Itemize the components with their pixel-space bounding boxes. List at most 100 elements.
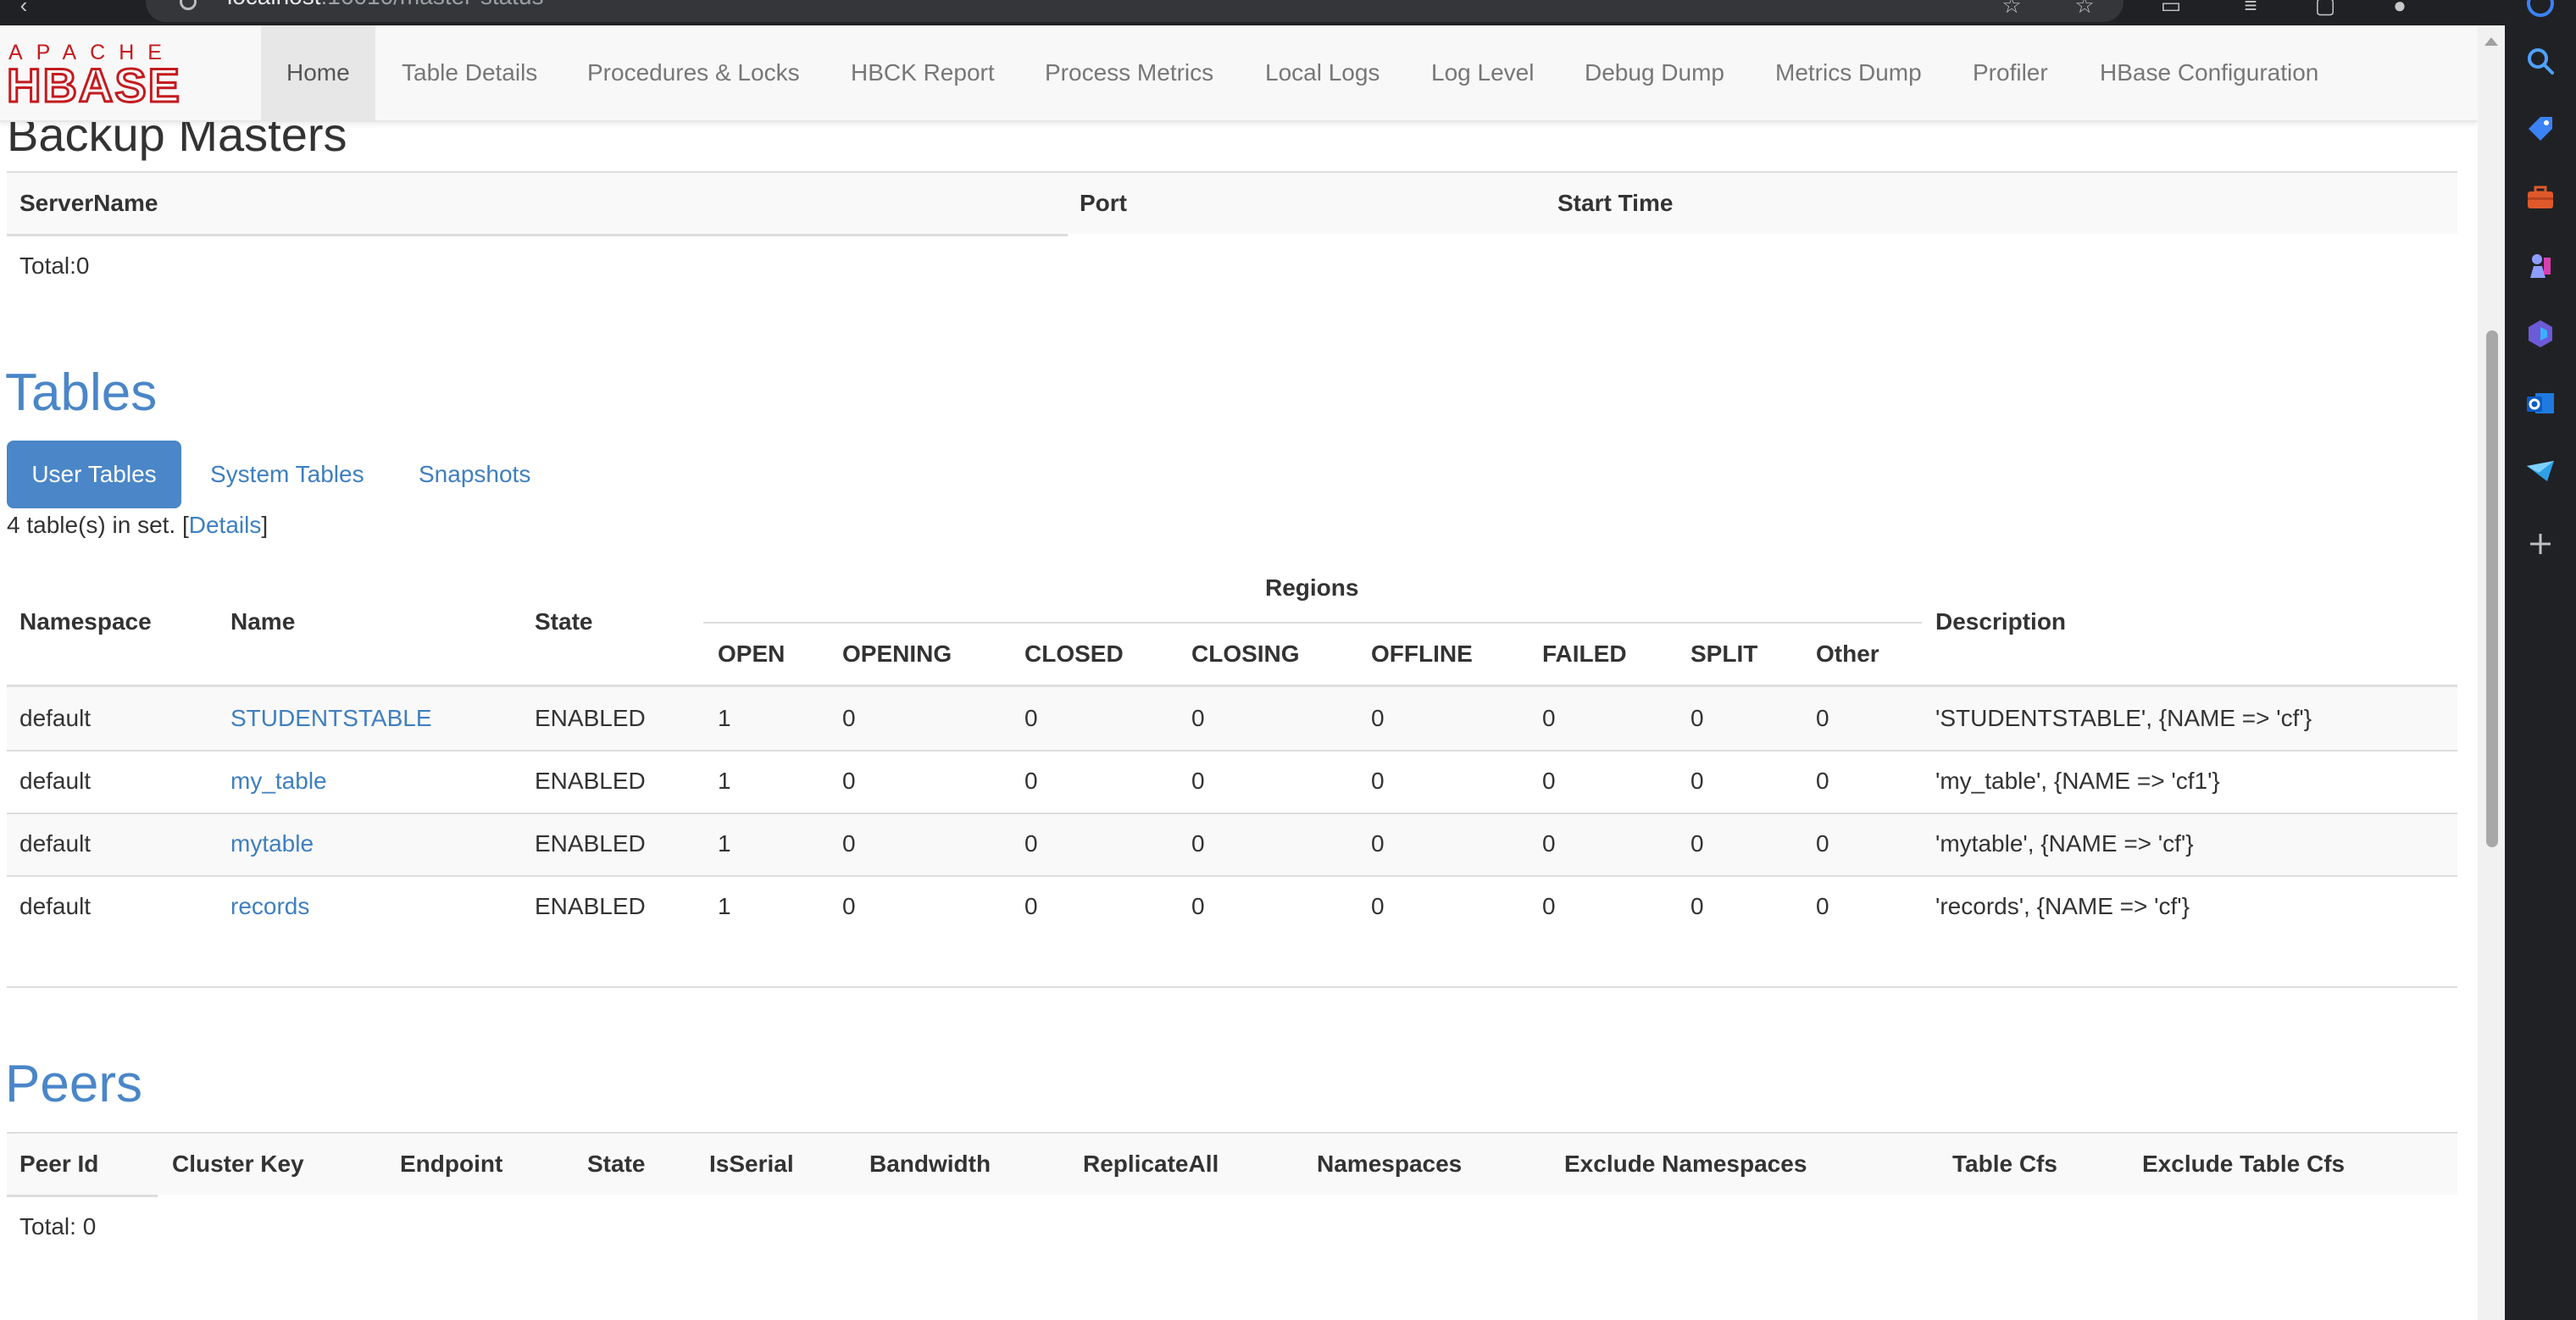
col-table-cfs: Table Cfs xyxy=(1952,1151,2057,1177)
nav-debug-dump[interactable]: Debug Dump xyxy=(1585,25,1724,120)
cell-offline: 0 xyxy=(1371,705,1385,731)
table-link-mytable[interactable]: mytable xyxy=(230,830,314,857)
browser-toolbar: ‹ localhost:16010/master-status ☆ ☆ ▭ ≡ … xyxy=(0,0,2505,25)
cell-state: ENABLED xyxy=(535,830,646,857)
cell-namespace: default xyxy=(19,705,92,731)
cell-description: 'records', {NAME => 'cf'} xyxy=(1935,893,2190,919)
favorite-icon[interactable]: ☆ xyxy=(2000,0,2024,17)
address-bar[interactable]: localhost:16010/master-status xyxy=(146,0,2124,22)
cell-split: 0 xyxy=(1690,830,1704,857)
cell-open: 1 xyxy=(718,830,731,857)
col-start-time: Start Time xyxy=(1557,190,1674,216)
cell-other: 0 xyxy=(1816,830,1829,857)
col-cluster-key: Cluster Key xyxy=(172,1151,304,1177)
peers-header-row xyxy=(7,1134,2457,1195)
divider xyxy=(7,750,2457,752)
cell-failed: 0 xyxy=(1542,893,1556,919)
table-link-my-table[interactable]: my_table xyxy=(230,768,327,795)
cell-opening: 0 xyxy=(842,830,856,857)
cell-offline: 0 xyxy=(1371,830,1385,857)
nav-process-metrics[interactable]: Process Metrics xyxy=(1045,25,1213,120)
copilot-top-icon[interactable] xyxy=(2523,0,2557,29)
peers-heading: Peers xyxy=(5,1055,142,1113)
tab-user-tables[interactable]: User Tables xyxy=(7,441,181,508)
col-closed: CLOSED xyxy=(1024,641,1124,667)
col-peer-state: State xyxy=(587,1151,646,1177)
col-name: Name xyxy=(230,608,296,635)
cell-offline: 0 xyxy=(1371,893,1385,919)
cell-closing: 0 xyxy=(1191,830,1205,857)
col-namespace: Namespace xyxy=(19,608,152,635)
nav-log-level[interactable]: Log Level xyxy=(1431,25,1534,120)
chess-icon[interactable] xyxy=(2523,249,2557,283)
copilot-icon[interactable] xyxy=(2523,317,2557,351)
nav-home[interactable]: Home xyxy=(261,25,375,120)
search-icon[interactable] xyxy=(2523,44,2557,78)
divider xyxy=(703,622,1922,624)
nav-hbck-report[interactable]: HBCK Report xyxy=(851,25,995,120)
divider xyxy=(7,234,1068,236)
nav-table-details[interactable]: Table Details xyxy=(402,25,537,120)
col-namespaces: Namespaces xyxy=(1317,1151,1463,1177)
cell-closing: 0 xyxy=(1191,893,1205,919)
top-navbar: APACHE HBASE Home Table Details Procedur… xyxy=(0,25,2478,122)
cell-other: 0 xyxy=(1816,768,1829,794)
peers-total: Total: 0 xyxy=(19,1213,97,1240)
collections-icon[interactable]: ☆ xyxy=(2073,0,2096,17)
col-group-regions: Regions xyxy=(1265,574,1359,601)
cell-state: ENABLED xyxy=(535,768,646,794)
tables-heading: Tables xyxy=(5,363,158,422)
col-opening: OPENING xyxy=(842,641,952,667)
scroll-up-arrow-icon[interactable] xyxy=(2484,37,2498,46)
back-icon[interactable]: ‹ xyxy=(12,0,36,17)
send-icon[interactable] xyxy=(2523,454,2557,488)
col-exclude-table-cfs: Exclude Table Cfs xyxy=(2142,1151,2346,1177)
nav-hbase-configuration[interactable]: HBase Configuration xyxy=(2100,25,2318,120)
url-path: :16010/master-status xyxy=(321,0,544,9)
toolbox-icon[interactable] xyxy=(2523,181,2557,215)
col-other: Other xyxy=(1816,641,1879,667)
favorites-icon[interactable]: ≡ xyxy=(2239,0,2262,17)
cell-failed: 0 xyxy=(1542,705,1556,731)
profile-icon[interactable]: ● xyxy=(2388,0,2412,17)
cell-namespace: default xyxy=(19,768,92,794)
col-open: OPEN xyxy=(718,641,786,667)
nav-profiler[interactable]: Profiler xyxy=(1973,25,2048,120)
hbase-logo[interactable]: APACHE HBASE xyxy=(6,37,237,114)
nav-metrics-dump[interactable]: Metrics Dump xyxy=(1775,25,1922,120)
split-screen-icon[interactable]: ▭ xyxy=(2159,0,2183,17)
table-link-records[interactable]: records xyxy=(230,893,309,920)
cell-namespace: default xyxy=(19,893,92,919)
col-peer-id: Peer Id xyxy=(19,1151,99,1177)
divider xyxy=(7,1195,158,1197)
details-link[interactable]: Details xyxy=(189,512,262,538)
col-exclude-namespaces: Exclude Namespaces xyxy=(1564,1151,1807,1177)
table-link-studentstable[interactable]: STUDENTSTABLE xyxy=(230,705,432,732)
cell-closed: 0 xyxy=(1024,893,1038,919)
col-state: State xyxy=(535,608,593,635)
count-bracket: ] xyxy=(261,512,269,538)
cell-description: 'mytable', {NAME => 'cf'} xyxy=(1935,830,2194,857)
cell-state: ENABLED xyxy=(535,893,646,919)
add-icon[interactable] xyxy=(2523,527,2557,561)
scrollbar-thumb[interactable] xyxy=(2486,330,2498,847)
backup-masters-total: Total:0 xyxy=(19,252,90,279)
site-info-icon[interactable] xyxy=(180,0,197,10)
cell-state: ENABLED xyxy=(535,705,646,731)
col-description: Description xyxy=(1935,608,2067,635)
tag-icon[interactable] xyxy=(2523,112,2557,146)
nav-local-logs[interactable]: Local Logs xyxy=(1265,25,1380,120)
col-closing: CLOSING xyxy=(1191,641,1300,667)
col-servername: ServerName xyxy=(19,190,158,216)
cell-split: 0 xyxy=(1690,768,1704,794)
tab-system-tables[interactable]: System Tables xyxy=(210,441,364,508)
cell-other: 0 xyxy=(1816,893,1829,919)
tab-snapshots[interactable]: Snapshots xyxy=(419,441,530,508)
nav-procedures-locks[interactable]: Procedures & Locks xyxy=(587,25,800,120)
section-divider xyxy=(7,986,2457,988)
cell-opening: 0 xyxy=(842,768,856,794)
extensions-icon[interactable]: ▢ xyxy=(2313,0,2337,17)
address-url: localhost:16010/master-status xyxy=(227,0,544,10)
col-replicateall: ReplicateAll xyxy=(1083,1151,1219,1177)
outlook-icon[interactable] xyxy=(2523,386,2557,420)
